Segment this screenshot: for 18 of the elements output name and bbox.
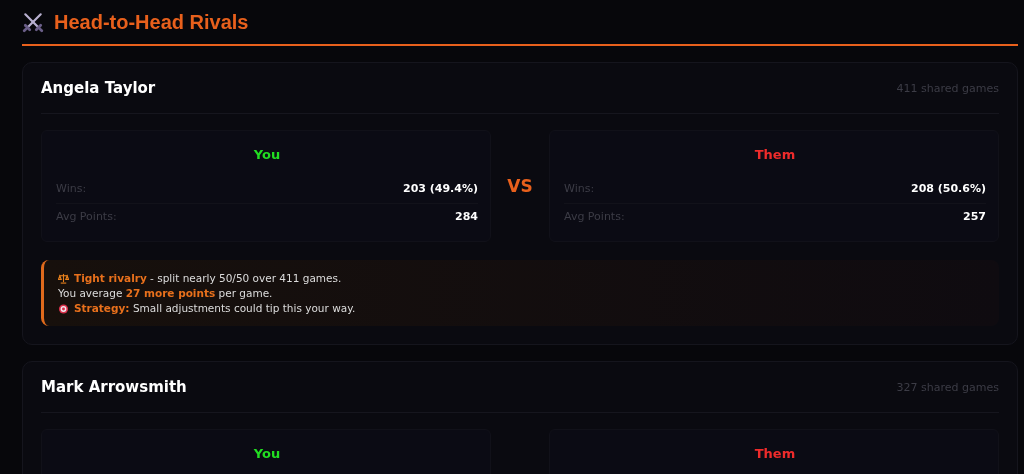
versus-label: VS xyxy=(506,176,534,196)
side-label: You xyxy=(252,147,282,162)
stat-value: 203 (49.4%) xyxy=(403,182,478,195)
side-label: Them xyxy=(753,147,797,162)
rival-name: Mark Arrowsmith xyxy=(41,378,187,396)
side-label: Them xyxy=(753,446,797,461)
insight-text: Strategy: Small adjustments could tip this your way. xyxy=(74,302,356,314)
stat-value: 284 xyxy=(455,210,478,223)
rival-name: Angela Taylor xyxy=(41,79,156,97)
page-title: Head-to-Head Rivals xyxy=(54,10,249,34)
insight-text: Tight rivalry - split nearly 50/50 over 411 games. xyxy=(74,272,342,284)
stat-value: 208 (50.6%) xyxy=(911,182,986,195)
scales-icon xyxy=(58,272,69,284)
stat-value: 257 xyxy=(963,210,986,223)
target-icon xyxy=(58,302,69,314)
crossed-swords-icon xyxy=(22,11,44,33)
insight-text: You average 27 more points per game. xyxy=(58,287,273,299)
side-label: You xyxy=(252,446,282,461)
